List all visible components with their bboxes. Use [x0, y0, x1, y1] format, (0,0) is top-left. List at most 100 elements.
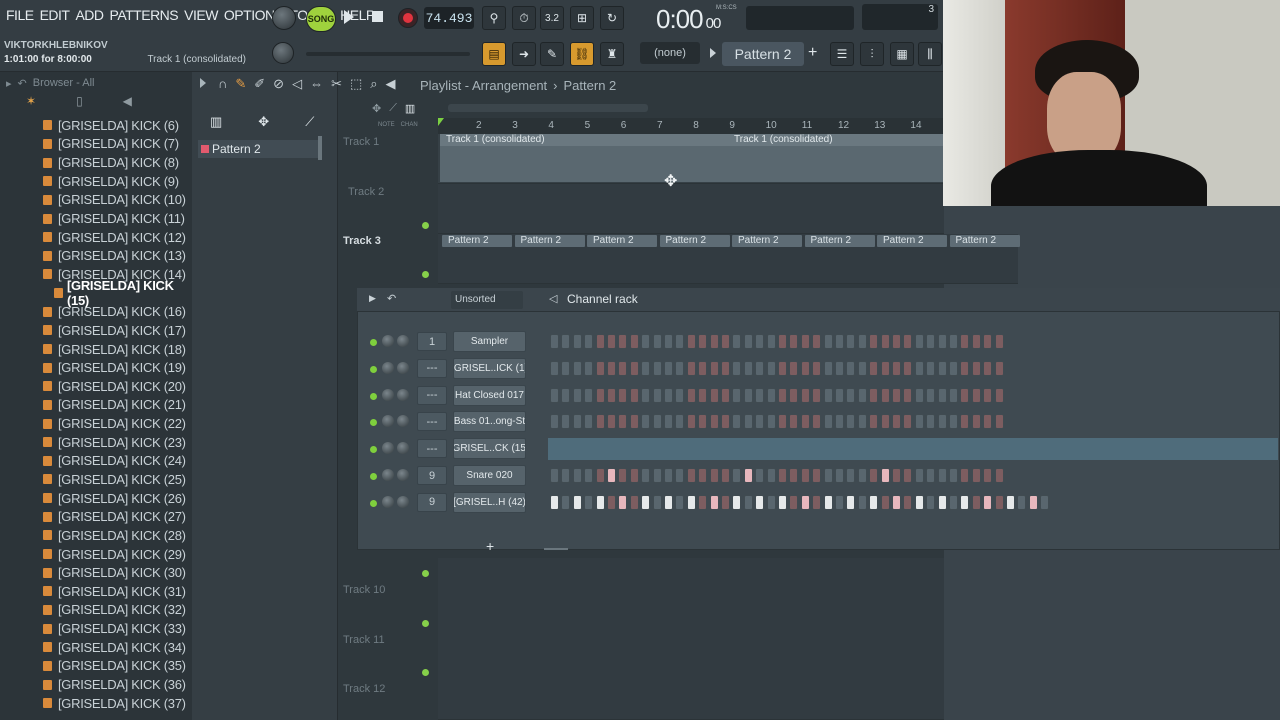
step-button[interactable]	[880, 468, 890, 483]
menu-view[interactable]: VIEW	[184, 7, 218, 23]
pattern-clip[interactable]: Pattern 2	[804, 235, 875, 247]
step-button[interactable]	[1017, 494, 1027, 510]
step-button[interactable]	[709, 334, 719, 349]
step-button[interactable]	[846, 414, 856, 430]
channel-mute-led[interactable]	[370, 392, 377, 400]
channel-row[interactable]: --- [GRISEL..CK (15)	[365, 438, 1278, 461]
step-button[interactable]	[869, 334, 879, 349]
step-button[interactable]	[903, 494, 913, 510]
step-button[interactable]	[949, 468, 958, 483]
step-button[interactable]	[572, 414, 582, 430]
channel-name-button[interactable]: [GRISEL..ICK (1)	[453, 357, 526, 379]
step-button[interactable]	[880, 334, 890, 349]
step-button[interactable]	[971, 468, 981, 483]
step-button[interactable]	[618, 414, 628, 430]
step-button[interactable]	[937, 360, 947, 376]
step-button[interactable]	[1040, 494, 1050, 510]
step-button[interactable]	[869, 494, 879, 510]
step-button[interactable]	[983, 414, 993, 430]
step-button[interactable]	[789, 334, 799, 349]
step-button[interactable]	[971, 387, 981, 403]
step-button[interactable]	[721, 334, 730, 349]
step-button[interactable]	[857, 468, 867, 483]
step-button[interactable]	[572, 360, 582, 376]
step-button[interactable]	[686, 414, 696, 430]
step-button[interactable]	[641, 360, 651, 376]
step-button[interactable]	[584, 387, 594, 403]
step-button[interactable]	[618, 360, 628, 376]
step-button[interactable]	[937, 494, 947, 510]
picker-pattern-icon[interactable]: ▥	[210, 114, 222, 130]
channel-volume-knob[interactable]	[397, 415, 409, 428]
step-button[interactable]	[800, 468, 810, 483]
step-button[interactable]	[686, 334, 696, 349]
step-button[interactable]	[778, 494, 787, 510]
draw-icon[interactable]: ✎	[540, 42, 564, 66]
pattern-selector[interactable]: Pattern 2	[722, 42, 804, 66]
step-button[interactable]	[983, 360, 993, 376]
step-button[interactable]	[641, 468, 651, 483]
step-button[interactable]	[675, 360, 685, 376]
pattern-clip[interactable]: Pattern 2	[877, 235, 947, 247]
step-button[interactable]	[561, 494, 571, 510]
step-button[interactable]	[732, 334, 742, 349]
step-button[interactable]	[949, 494, 958, 510]
browser-item[interactable]: [GRISELDA] KICK (34)	[0, 638, 192, 657]
rack-arrow-icon[interactable]: ▶	[369, 293, 376, 304]
step-button[interactable]	[880, 414, 890, 430]
step-button[interactable]	[572, 334, 582, 349]
step-button[interactable]	[949, 387, 958, 403]
channel-volume-knob[interactable]	[397, 495, 409, 508]
step-button[interactable]	[926, 360, 936, 376]
step-button[interactable]	[869, 468, 879, 483]
step-button[interactable]	[652, 414, 662, 430]
channel-row[interactable]: --- Bass 01..ong-St	[365, 411, 1275, 433]
step-button[interactable]	[675, 414, 685, 430]
step-button[interactable]	[994, 334, 1004, 349]
browser-star-icon[interactable]: ✶	[26, 94, 36, 116]
browser-item[interactable]: [GRISELDA] KICK (36)	[0, 675, 192, 694]
step-button[interactable]	[721, 468, 730, 483]
channel-volume-knob[interactable]	[397, 335, 409, 347]
step-button[interactable]	[652, 494, 662, 510]
step-button[interactable]	[823, 334, 833, 349]
channel-rack-icon[interactable]: ⫶	[860, 42, 884, 66]
step-button[interactable]	[766, 414, 776, 430]
step-button[interactable]	[983, 387, 993, 403]
channel-volume-knob[interactable]	[397, 469, 409, 481]
channel-mute-led[interactable]	[370, 365, 377, 373]
channel-name-button[interactable]: Snare 020	[453, 465, 526, 486]
track-label-1[interactable]: Track 1	[343, 136, 379, 148]
step-button[interactable]	[732, 468, 742, 483]
step-button[interactable]	[755, 360, 765, 376]
step-button[interactable]	[584, 414, 594, 430]
mini-move-icon[interactable]: ✥	[372, 102, 381, 115]
browser-item[interactable]: [GRISELDA] KICK (19)	[0, 358, 192, 377]
step-button[interactable]	[572, 468, 582, 483]
step-button[interactable]	[595, 494, 605, 510]
step-button[interactable]	[914, 334, 924, 349]
step-button[interactable]	[892, 414, 901, 430]
browser-item[interactable]: [GRISELDA] KICK (29)	[0, 545, 192, 564]
snap-icon[interactable]: ➜	[512, 42, 536, 66]
step-button[interactable]	[949, 414, 958, 430]
step-button[interactable]	[618, 334, 628, 349]
step-button[interactable]	[971, 334, 981, 349]
browser-item[interactable]: [GRISELDA] KICK (32)	[0, 601, 192, 620]
step-button[interactable]	[698, 360, 708, 376]
step-button[interactable]	[789, 387, 799, 403]
play-icon[interactable]	[344, 10, 354, 24]
step-button[interactable]	[732, 494, 742, 510]
step-button[interactable]	[949, 334, 958, 349]
step-button[interactable]	[994, 360, 1004, 376]
pattern-clip[interactable]: Pattern 2	[659, 235, 730, 247]
select-icon[interactable]: ⬚	[350, 76, 362, 92]
step-button[interactable]	[732, 360, 742, 376]
step-button[interactable]	[675, 334, 685, 349]
channel-mixer-track[interactable]: 9	[417, 492, 447, 512]
step-button[interactable]	[983, 494, 993, 510]
browser-item[interactable]: [GRISELDA] KICK (18)	[0, 340, 192, 359]
step-button[interactable]	[550, 360, 559, 376]
timeline-ruler[interactable]: 2 3 4 5 6 7 8 9 10 11 12 13 14	[438, 118, 944, 134]
step-button[interactable]	[869, 414, 879, 430]
